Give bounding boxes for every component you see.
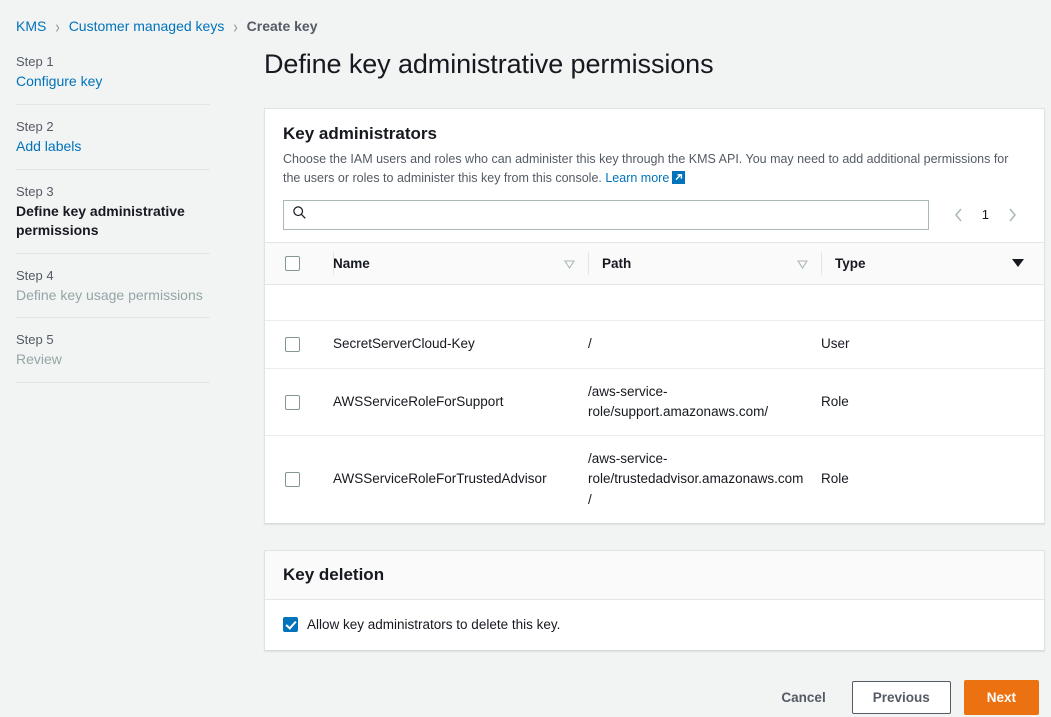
breadcrumb-separator: › bbox=[233, 16, 237, 36]
row-name: AWSServiceRoleForTrustedAdvisor bbox=[333, 436, 588, 523]
sidebar-step-1-number: Step 1 bbox=[16, 54, 210, 69]
key-administrators-description: Choose the IAM users and roles who can a… bbox=[283, 150, 1026, 188]
column-divider bbox=[588, 252, 589, 276]
row-select-cell bbox=[265, 368, 333, 436]
chevron-right-icon[interactable] bbox=[998, 201, 1026, 229]
sidebar-step-4-number: Step 4 bbox=[16, 268, 210, 283]
column-divider bbox=[333, 252, 334, 276]
sidebar-step-4: Step 4 Define key usage permissions bbox=[16, 254, 210, 319]
key-deletion-header: Key deletion bbox=[265, 551, 1044, 600]
key-administrators-card: Key administrators Choose the IAM users … bbox=[264, 108, 1045, 524]
breadcrumb-item-kms[interactable]: KMS bbox=[16, 18, 46, 34]
table-row[interactable]: SecretServerCloud-Key / User bbox=[265, 321, 1044, 368]
table-spacer-row bbox=[265, 285, 1044, 321]
column-header-type-label: Type bbox=[835, 256, 866, 271]
row-type: Role bbox=[821, 436, 1044, 523]
table-row[interactable]: AWSServiceRoleForTrustedAdvisor /aws-ser… bbox=[265, 436, 1044, 523]
external-link-icon[interactable] bbox=[672, 171, 685, 184]
row-checkbox[interactable] bbox=[285, 472, 300, 487]
sidebar-step-2-label[interactable]: Add labels bbox=[16, 137, 210, 156]
column-header-name-label: Name bbox=[333, 256, 370, 271]
search-input[interactable] bbox=[307, 202, 920, 228]
row-path: / bbox=[588, 321, 821, 368]
key-deletion-body: Allow key administrators to delete this … bbox=[265, 600, 1044, 650]
key-administrators-title: Key administrators bbox=[283, 124, 1026, 144]
wizard-footer: Cancel Previous Next bbox=[264, 677, 1045, 715]
select-all-header bbox=[265, 242, 333, 285]
row-select-cell bbox=[265, 321, 333, 368]
cancel-button[interactable]: Cancel bbox=[767, 682, 839, 713]
key-administrators-table: Name Path bbox=[265, 242, 1044, 523]
sidebar-step-2[interactable]: Step 2 Add labels bbox=[16, 105, 210, 170]
column-header-path-label: Path bbox=[602, 256, 631, 271]
row-name: SecretServerCloud-Key bbox=[333, 321, 588, 368]
pagination: 1 bbox=[945, 201, 1026, 229]
sidebar-step-5-label: Review bbox=[16, 350, 210, 369]
sidebar-step-2-number: Step 2 bbox=[16, 119, 210, 134]
column-header-name[interactable]: Name bbox=[333, 242, 588, 285]
sidebar-step-1-label[interactable]: Configure key bbox=[16, 72, 210, 91]
row-select-cell bbox=[265, 436, 333, 523]
table-spacer-cell bbox=[265, 285, 1044, 321]
table-tools: 1 bbox=[265, 200, 1044, 242]
next-button[interactable]: Next bbox=[964, 680, 1039, 715]
chevron-left-icon[interactable] bbox=[945, 201, 973, 229]
sort-icon-type-active[interactable] bbox=[1012, 259, 1024, 267]
column-divider bbox=[821, 252, 822, 276]
allow-key-deletion-checkbox[interactable] bbox=[283, 617, 298, 632]
search-box[interactable] bbox=[283, 200, 929, 230]
row-type: User bbox=[821, 321, 1044, 368]
breadcrumb-item-create-key: Create key bbox=[247, 18, 318, 34]
previous-button[interactable]: Previous bbox=[852, 681, 951, 714]
breadcrumb-separator: › bbox=[55, 16, 59, 36]
row-type: Role bbox=[821, 368, 1044, 436]
search-icon bbox=[292, 205, 307, 225]
wizard-steps-sidebar: Step 1 Configure key Step 2 Add labels S… bbox=[0, 40, 230, 383]
breadcrumb-item-customer-managed-keys[interactable]: Customer managed keys bbox=[69, 18, 225, 34]
sort-icon-path[interactable] bbox=[797, 260, 807, 267]
key-deletion-title: Key deletion bbox=[283, 565, 1026, 585]
row-checkbox[interactable] bbox=[285, 395, 300, 410]
breadcrumb: KMS › Customer managed keys › Create key bbox=[0, 0, 1051, 40]
sidebar-step-3: Step 3 Define key administrative permiss… bbox=[16, 170, 210, 254]
sort-icon-name[interactable] bbox=[564, 260, 574, 267]
row-checkbox[interactable] bbox=[285, 337, 300, 352]
select-all-checkbox[interactable] bbox=[285, 256, 300, 271]
sidebar-step-1[interactable]: Step 1 Configure key bbox=[16, 48, 210, 105]
key-deletion-card: Key deletion Allow key administrators to… bbox=[264, 550, 1045, 651]
sidebar-step-3-label: Define key administrative permissions bbox=[16, 202, 210, 240]
sidebar-step-3-number: Step 3 bbox=[16, 184, 210, 199]
column-header-type[interactable]: Type bbox=[821, 242, 1044, 285]
row-path: /aws-service-role/trustedadvisor.amazona… bbox=[588, 436, 821, 523]
sidebar-step-5-number: Step 5 bbox=[16, 332, 210, 347]
key-administrators-header: Key administrators Choose the IAM users … bbox=[265, 109, 1044, 200]
row-path: /aws-service-role/support.amazonaws.com/ bbox=[588, 368, 821, 436]
column-header-path[interactable]: Path bbox=[588, 242, 821, 285]
table-row[interactable]: AWSServiceRoleForSupport /aws-service-ro… bbox=[265, 368, 1044, 436]
pagination-page-1[interactable]: 1 bbox=[973, 207, 998, 222]
learn-more-link[interactable]: Learn more bbox=[605, 171, 669, 185]
sidebar-step-4-label: Define key usage permissions bbox=[16, 286, 210, 305]
table-header-row: Name Path bbox=[265, 242, 1044, 285]
sidebar-step-5: Step 5 Review bbox=[16, 318, 210, 383]
page-title: Define key administrative permissions bbox=[264, 49, 1045, 80]
allow-key-deletion-label[interactable]: Allow key administrators to delete this … bbox=[307, 617, 560, 632]
row-name: AWSServiceRoleForSupport bbox=[333, 368, 588, 436]
